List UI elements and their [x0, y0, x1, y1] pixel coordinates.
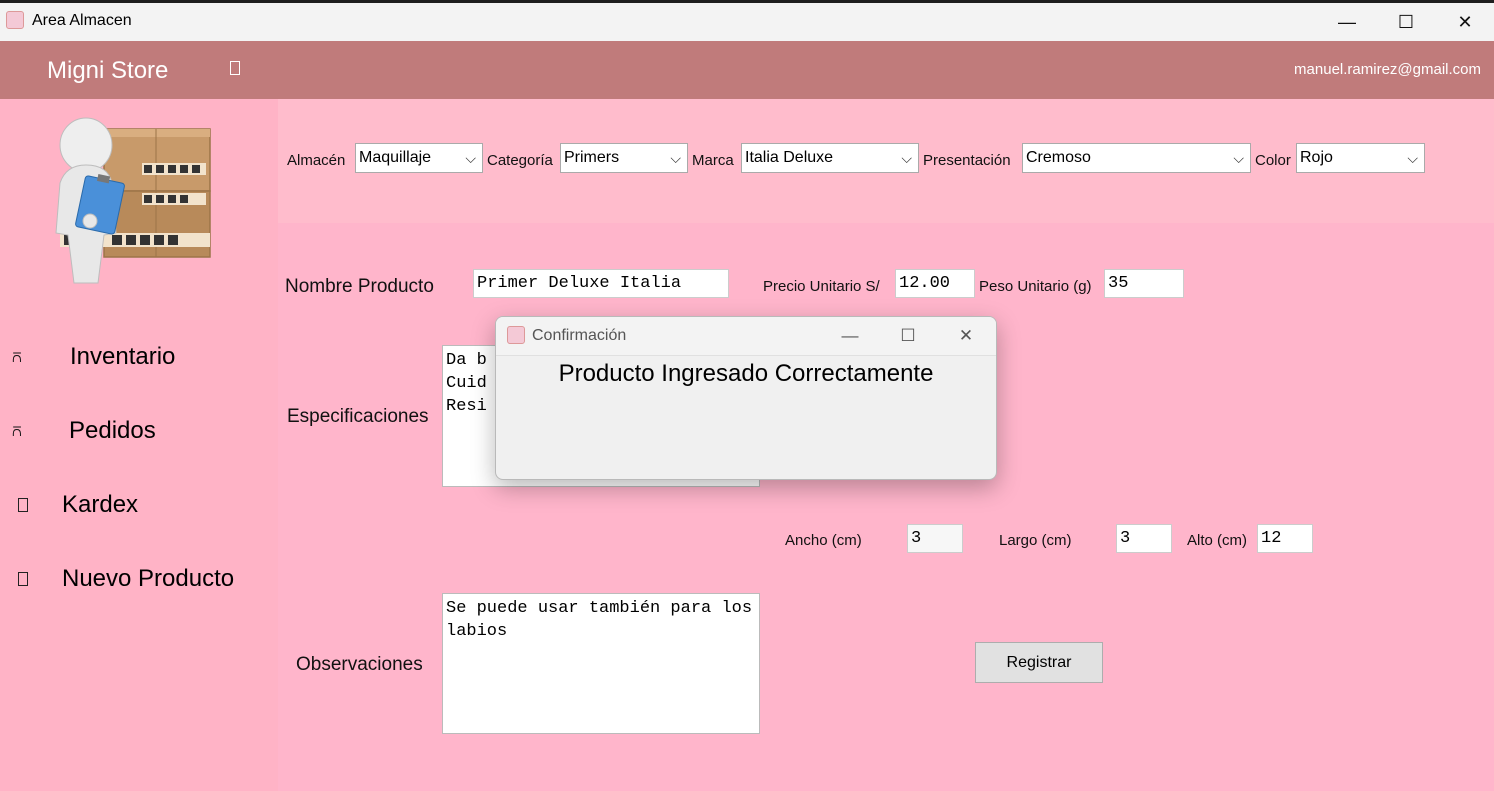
chevron-down-icon: ⌵ — [1407, 150, 1418, 166]
marca-select[interactable]: Italia Deluxe ⌵ — [741, 143, 919, 173]
sidebar: ⩃ Inventario ⩃ Pedidos Kardex Nuevo Prod… — [0, 99, 278, 791]
dialog-maximize-button[interactable]: ☐ — [879, 317, 937, 355]
maximize-button[interactable]: ☐ — [1377, 3, 1435, 41]
sidebar-item-label: Nuevo Producto — [62, 565, 235, 592]
observaciones-textarea[interactable]: Se puede usar también para los labios — [442, 593, 760, 734]
peso-input[interactable]: 35 — [1104, 269, 1184, 298]
warehouse-icon: ⩃ — [12, 348, 22, 365]
color-select[interactable]: Rojo ⌵ — [1296, 143, 1425, 173]
filter-bar: Almacén Maquillaje ⌵ Categoría Primers ⌵… — [278, 99, 1494, 223]
marca-label: Marca — [692, 152, 734, 169]
sidebar-item-inventario[interactable]: ⩃ Inventario — [12, 337, 175, 377]
dialog-titlebar: Confirmación — ☐ ✕ — [496, 317, 996, 356]
dialog-title: Confirmación — [532, 327, 627, 344]
sidebar-item-label: Pedidos — [69, 417, 156, 444]
box-icon — [18, 572, 28, 586]
window-titlebar: Area Almacen — ☐ ✕ — [0, 3, 1494, 41]
confirmation-dialog: Confirmación — ☐ ✕ Producto Ingresado Co… — [495, 316, 997, 480]
categoria-label: Categoría — [487, 152, 553, 169]
user-email: manuel.ramirez@gmail.com — [1294, 61, 1481, 78]
warehouse-icon: ⩃ — [12, 422, 22, 439]
largo-label: Largo (cm) — [999, 532, 1072, 549]
sidebar-item-label: Kardex — [62, 491, 139, 518]
alto-input[interactable]: 12 — [1257, 524, 1313, 553]
product-form: Nombre Producto Primer Deluxe Italia Pre… — [278, 223, 1494, 791]
chevron-down-icon: ⌵ — [901, 150, 912, 166]
close-button[interactable]: ✕ — [1436, 3, 1494, 41]
color-label: Color — [1255, 152, 1291, 169]
dialog-message: Producto Ingresado Correctamente — [558, 360, 934, 387]
dialog-close-button[interactable]: ✕ — [937, 317, 995, 355]
ancho-input[interactable]: 3 — [907, 524, 963, 553]
app-icon — [507, 326, 525, 344]
app-icon — [6, 11, 24, 29]
marca-value: Italia Deluxe — [745, 149, 834, 166]
presentacion-label: Presentación — [923, 152, 1011, 169]
app-header: Migni Store manuel.ramirez@gmail.com — [0, 41, 1494, 99]
registrar-button[interactable]: Registrar — [975, 642, 1103, 683]
sidebar-item-nuevo-producto[interactable]: Nuevo Producto — [12, 559, 234, 599]
nombre-input[interactable]: Primer Deluxe Italia — [473, 269, 729, 298]
dialog-minimize-button[interactable]: — — [821, 317, 879, 355]
presentacion-value: Cremoso — [1026, 149, 1091, 166]
observaciones-label: Observaciones — [296, 654, 423, 675]
brand-title: Migni Store — [47, 57, 169, 84]
especificaciones-label: Especificaciones — [287, 406, 429, 427]
presentacion-select[interactable]: Cremoso ⌵ — [1022, 143, 1251, 173]
categoria-value: Primers — [564, 149, 620, 166]
chevron-down-icon: ⌵ — [670, 150, 681, 166]
almacen-select[interactable]: Maquillaje ⌵ — [355, 143, 483, 173]
almacen-label: Almacén — [287, 152, 346, 169]
warehouse-worker-illustration — [55, 117, 211, 284]
precio-input[interactable]: 12.00 — [895, 269, 975, 298]
nombre-label: Nombre Producto — [285, 276, 434, 297]
ancho-label: Ancho (cm) — [785, 532, 862, 549]
peso-label: Peso Unitario (g) — [979, 278, 1092, 295]
sidebar-item-kardex[interactable]: Kardex — [12, 485, 138, 525]
largo-input[interactable]: 3 — [1116, 524, 1172, 553]
chevron-down-icon: ⌵ — [1233, 150, 1244, 166]
sidebar-item-pedidos[interactable]: ⩃ Pedidos — [12, 411, 156, 451]
categoria-select[interactable]: Primers ⌵ — [560, 143, 688, 173]
color-value: Rojo — [1300, 149, 1333, 166]
chevron-down-icon: ⌵ — [465, 150, 476, 166]
menu-icon[interactable] — [230, 61, 240, 75]
almacen-value: Maquillaje — [359, 149, 432, 166]
box-icon — [18, 498, 28, 512]
minimize-button[interactable]: — — [1318, 3, 1376, 41]
window-title: Area Almacen — [32, 12, 132, 29]
alto-label: Alto (cm) — [1187, 532, 1247, 549]
sidebar-item-label: Inventario — [70, 343, 176, 370]
precio-label: Precio Unitario S/ — [763, 278, 880, 295]
